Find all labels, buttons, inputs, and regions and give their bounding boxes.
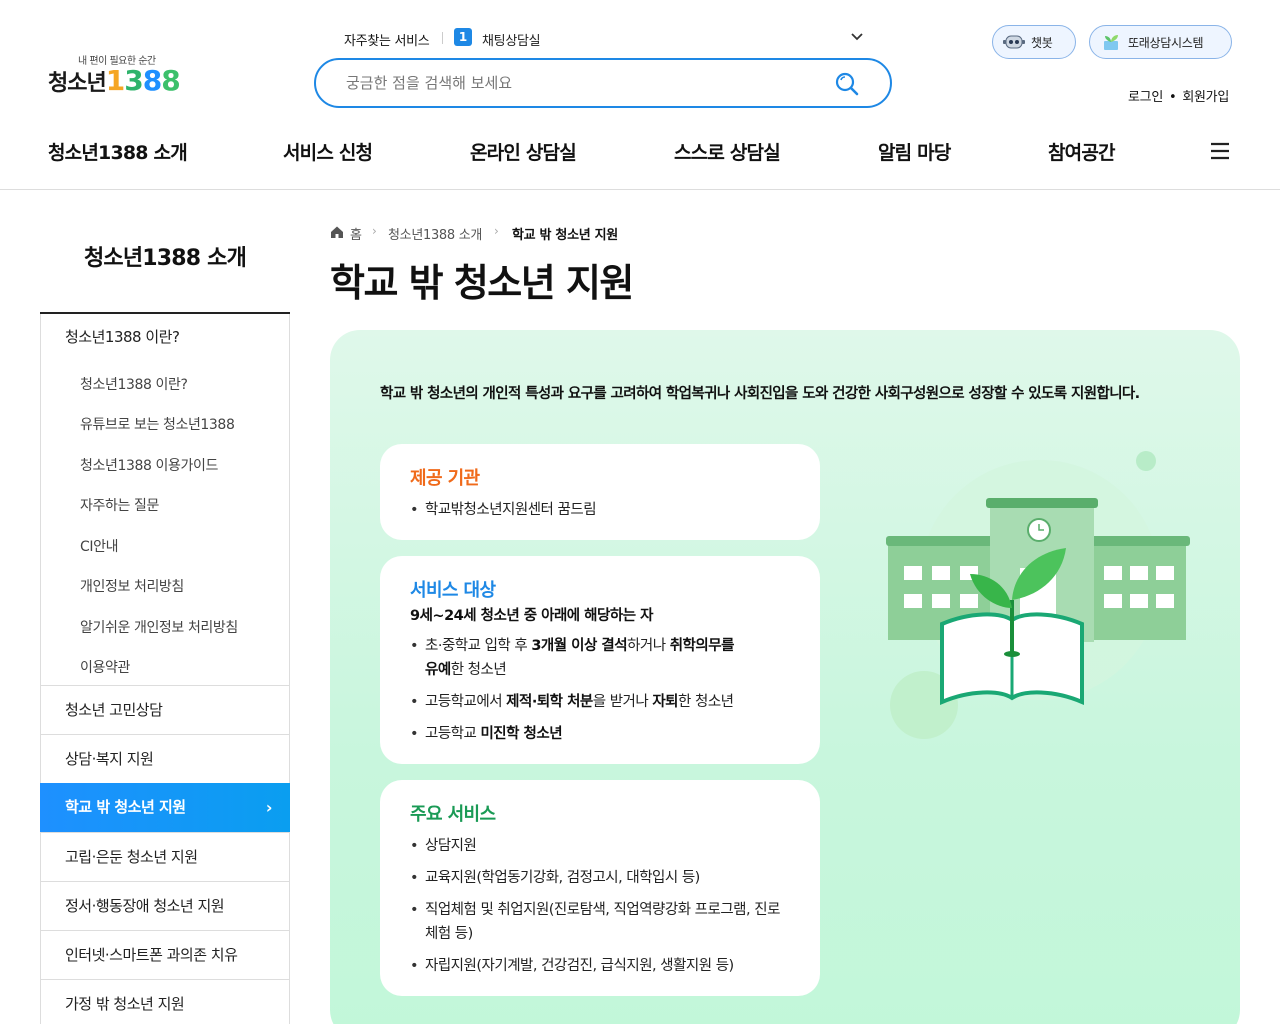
intro-text: 학교 밖 청소년의 개인적 특성과 요구를 고려하여 학업복귀나 사회진입을 도…	[380, 386, 1140, 402]
robot-icon	[1003, 33, 1025, 51]
quick-rank-badge: 1	[454, 28, 472, 46]
quick-services: 자주찾는 서비스 1 채팅상담실	[344, 28, 864, 49]
list-item: 고등학교에서 제적·퇴학 처분을 받거나 자퇴한 청소년	[410, 690, 790, 714]
sidebar-subitem[interactable]: 이용약관	[80, 657, 130, 677]
list-item: 고등학교 미진학 청소년	[410, 722, 790, 746]
list-item: 초·중학교 입학 후 3개월 이상 결석하거나 취학의무를유예한 청소년	[410, 634, 790, 682]
services-card: 주요 서비스 상담지원 교육지원(학업동기강화, 검정고시, 대학입시 등) 직…	[380, 780, 820, 996]
target-card: 서비스 대상 9세~24세 청소년 중 아래에 해당하는 자 초·중학교 입학 …	[380, 556, 820, 764]
services-title: 주요 서비스	[410, 804, 496, 825]
sidebar-item-runaway[interactable]: 가정 밖 청소년 지원	[40, 979, 290, 1024]
breadcrumb-current: 학교 밖 청소년 지원	[512, 228, 618, 243]
logo-digit: 1	[105, 64, 126, 97]
gnb-item-online-counseling[interactable]: 온라인 상담실	[470, 138, 577, 165]
list-item: 자립지원(자기계발, 건강검진, 급식지원, 생활지원 등)	[410, 954, 790, 978]
list-item: 상담지원	[410, 834, 790, 858]
target-subtitle: 9세~24세 청소년 중 아래에 해당하는 자	[410, 608, 653, 624]
breadcrumb-level1[interactable]: 청소년1388 소개	[388, 224, 482, 243]
sidebar-subitem[interactable]: 유튜브로 보는 청소년1388	[80, 414, 235, 434]
provider-card: 제공 기관 학교밖청소년지원센터 꿈드림	[380, 444, 820, 540]
sprout-icon	[1100, 33, 1122, 51]
quick-services-label: 자주찾는 서비스	[344, 34, 430, 49]
separator-dot: •	[1168, 90, 1177, 105]
sidebar-subitem[interactable]: 자주하는 질문	[80, 495, 159, 515]
school-book-sprout-illustration	[880, 440, 1200, 740]
chevron-down-icon[interactable]	[850, 28, 864, 46]
divider	[442, 32, 443, 44]
sidebar-item-emotional[interactable]: 정서·행동장애 청소년 지원	[40, 881, 290, 930]
home-icon[interactable]	[330, 225, 344, 239]
list-item: 교육지원(학업동기강화, 검정고시, 대학입시 등)	[410, 866, 790, 890]
gnb-item-notice[interactable]: 알림 마당	[878, 138, 951, 165]
chevron-right-icon: ›	[372, 224, 377, 238]
chevron-right-icon: ›	[265, 798, 273, 817]
gnb-item-service-apply[interactable]: 서비스 신청	[283, 138, 373, 165]
sidebar-item-internet[interactable]: 인터넷·스마트폰 과의존 치유	[40, 930, 290, 979]
sidebar-title: 청소년1388 소개	[83, 246, 247, 271]
peer-counseling-label: 또래상담시스템	[1128, 35, 1204, 50]
auth-links: 로그인 • 회원가입	[1128, 86, 1229, 105]
logo-digit: 8	[161, 64, 181, 97]
sidebar-item-welfare[interactable]: 상담·복지 지원	[40, 734, 290, 783]
sidebar-subitem[interactable]: 알기쉬운 개인정보 처리방침	[80, 617, 238, 637]
search-bar	[314, 58, 892, 108]
sidebar-subitem[interactable]: 청소년1388 이란?	[80, 374, 188, 394]
logo-text: 청소년	[48, 71, 107, 96]
sidebar-subitem[interactable]: CI안내	[80, 536, 118, 556]
gnb-item-about[interactable]: 청소년1388 소개	[48, 138, 188, 165]
chatbot-label: 챗봇	[1031, 35, 1053, 50]
gnb-item-participation[interactable]: 참여공간	[1048, 138, 1116, 165]
sidebar-subitem[interactable]: 개인정보 처리방침	[80, 576, 184, 596]
login-link[interactable]: 로그인	[1128, 90, 1163, 105]
target-title: 서비스 대상	[410, 580, 496, 601]
chatbot-button[interactable]: 챗봇	[992, 25, 1076, 59]
gnb-item-self-counseling[interactable]: 스스로 상담실	[674, 138, 781, 165]
search-input[interactable]	[346, 72, 806, 94]
sidebar-item-label: 학교 밖 청소년 지원	[65, 798, 186, 816]
logo-digit: 3	[124, 64, 144, 97]
header-divider	[0, 189, 1280, 190]
page-title: 학교 밖 청소년 지원	[330, 261, 634, 305]
provider-title: 제공 기관	[410, 468, 480, 489]
search-icon[interactable]	[834, 71, 860, 97]
breadcrumb-home[interactable]: 홈	[350, 224, 362, 243]
chevron-right-icon: ›	[494, 224, 499, 238]
sidebar-subitem[interactable]: 청소년1388 이용가이드	[80, 455, 218, 475]
sidebar-item-about-1388[interactable]: 청소년1388 이란?	[40, 314, 290, 360]
sidebar-item-isolated[interactable]: 고립·은둔 청소년 지원	[40, 832, 290, 881]
sidebar-item-counseling[interactable]: 청소년 고민상담	[40, 685, 290, 734]
logo-digit: 8	[142, 64, 163, 97]
sidebar-item-out-of-school[interactable]: 학교 밖 청소년 지원 ›	[40, 783, 290, 832]
peer-counseling-button[interactable]: 또래상담시스템	[1089, 25, 1232, 59]
list-item: 직업체험 및 취업지원(진로탐색, 직업역량강화 프로그램, 진로체험 등)	[410, 898, 790, 946]
site-logo[interactable]: 내 편이 필요한 순간 청소년1388	[48, 50, 188, 100]
logo-wordmark: 청소년1388	[48, 64, 181, 97]
quick-service-link[interactable]: 채팅상담실	[482, 30, 541, 49]
signup-link[interactable]: 회원가입	[1182, 90, 1229, 105]
list-item: 학교밖청소년지원센터 꿈드림	[410, 498, 790, 522]
hamburger-menu-icon[interactable]	[1208, 140, 1232, 162]
